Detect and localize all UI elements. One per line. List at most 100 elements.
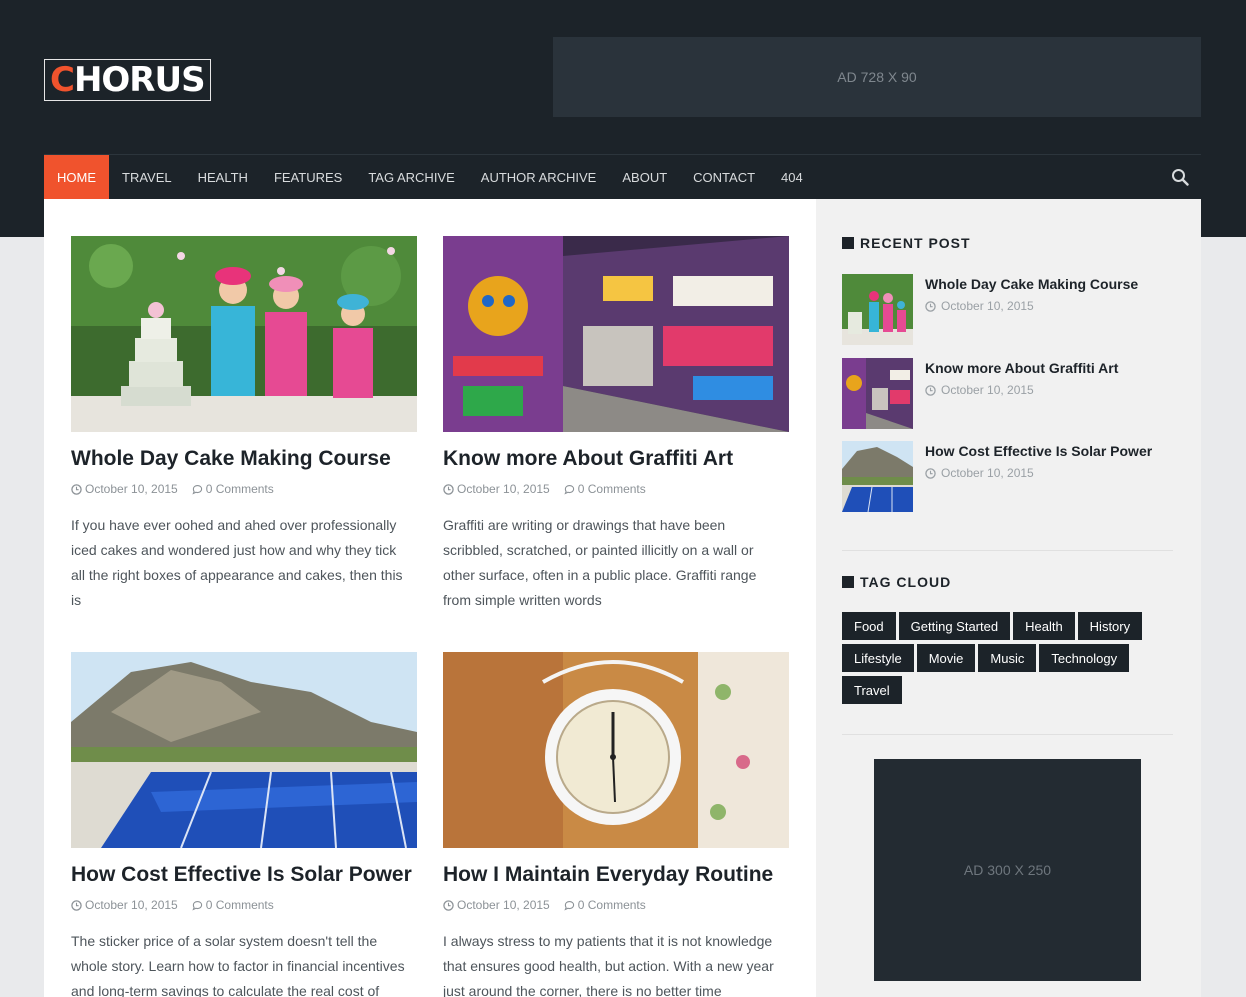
recent-post-heading-text: RECENT POST	[860, 235, 971, 251]
nav-item-contact[interactable]: Contact	[680, 155, 768, 199]
post-comments-text: 0 Comments	[577, 898, 646, 912]
recent-post-text: How Cost Effective Is Solar Power Octobe…	[925, 441, 1152, 512]
widget-divider	[842, 734, 1173, 735]
recent-thumbnail-graffiti[interactable]	[842, 358, 913, 429]
nav-item-home[interactable]: Home	[44, 155, 109, 199]
tag-health[interactable]: Health	[1013, 612, 1075, 640]
tag-music[interactable]: Music	[978, 644, 1037, 672]
post-thumbnail-graffiti[interactable]	[443, 236, 789, 432]
tag-cloud-heading-text: TAG CLOUD	[860, 574, 952, 590]
comment-icon	[192, 484, 202, 495]
clock-icon	[925, 467, 936, 479]
post-date-text: October 10, 2015	[457, 482, 550, 496]
clock-icon	[925, 384, 936, 396]
ad-banner-top-label: AD 728 X 90	[837, 69, 917, 85]
clock-icon	[71, 899, 82, 911]
post-comments[interactable]: 0 Comments	[192, 482, 274, 496]
post-title[interactable]: How Cost Effective Is Solar Power	[71, 862, 417, 888]
post-date: October 10, 2015	[71, 898, 178, 912]
recent-post-date: October 10, 2015	[925, 383, 1118, 397]
post-card: Whole Day Cake Making Course October 10,…	[71, 236, 417, 613]
recent-post-title[interactable]: Whole Day Cake Making Course	[925, 276, 1138, 292]
main-nav: Home Travel Health Features Tag Archive …	[44, 154, 1201, 199]
post-meta: October 10, 2015 0 Comments	[443, 898, 789, 912]
nav-item-404[interactable]: 404	[768, 155, 816, 199]
nav-item-health[interactable]: Health	[185, 155, 261, 199]
comment-icon	[564, 484, 574, 495]
post-title[interactable]: How I Maintain Everyday Routine	[443, 862, 789, 888]
post-comments-text: 0 Comments	[205, 482, 274, 496]
logo-rest: HORUS	[73, 60, 206, 100]
clock-icon	[443, 899, 454, 911]
nav-item-author-archive[interactable]: Author Archive	[468, 155, 610, 199]
recent-post-date-text: October 10, 2015	[941, 299, 1034, 313]
post-comments-text: 0 Comments	[577, 482, 646, 496]
site-logo[interactable]: C HORUS	[44, 59, 211, 101]
comment-icon	[192, 900, 202, 911]
comment-icon	[564, 900, 574, 911]
recent-post-title[interactable]: Know more About Graffiti Art	[925, 360, 1118, 376]
post-date-text: October 10, 2015	[85, 482, 178, 496]
recent-post-date: October 10, 2015	[925, 299, 1138, 313]
tag-cloud: Food Getting Started Health History Life…	[842, 612, 1162, 704]
post-thumbnail-cake[interactable]	[71, 236, 417, 432]
nav-item-tag-archive[interactable]: Tag Archive	[355, 155, 467, 199]
post-excerpt: I always stress to my patients that it i…	[443, 933, 774, 997]
post-excerpt: Graffiti are writing or drawings that ha…	[443, 517, 757, 608]
recent-post-item[interactable]: How Cost Effective Is Solar Power Octobe…	[842, 441, 1172, 512]
widget-divider	[842, 550, 1173, 551]
post-title[interactable]: Whole Day Cake Making Course	[71, 446, 417, 472]
main-content: Whole Day Cake Making Course October 10,…	[44, 199, 816, 997]
recent-post-item[interactable]: Know more About Graffiti Art October 10,…	[842, 358, 1172, 429]
nav-item-about[interactable]: About	[609, 155, 680, 199]
tag-technology[interactable]: Technology	[1039, 644, 1130, 672]
post-comments[interactable]: 0 Comments	[192, 898, 274, 912]
nav-item-features[interactable]: Features	[261, 155, 355, 199]
recent-post-item[interactable]: Whole Day Cake Making Course October 10,…	[842, 274, 1172, 345]
recent-thumbnail-solar[interactable]	[842, 441, 913, 512]
post-card: How Cost Effective Is Solar Power Octobe…	[71, 652, 417, 997]
post-date: October 10, 2015	[71, 482, 178, 496]
recent-post-text: Whole Day Cake Making Course October 10,…	[925, 274, 1138, 345]
recent-post-date-text: October 10, 2015	[941, 383, 1034, 397]
recent-post-title[interactable]: How Cost Effective Is Solar Power	[925, 443, 1152, 459]
tag-cloud-heading: TAG CLOUD	[842, 574, 951, 590]
post-excerpt: The sticker price of a solar system does…	[71, 933, 405, 997]
tag-food[interactable]: Food	[842, 612, 896, 640]
tag-travel[interactable]: Travel	[842, 676, 902, 704]
post-card: How I Maintain Everyday Routine October …	[443, 652, 789, 997]
post-excerpt: If you have ever oohed and ahed over pro…	[71, 517, 403, 608]
post-title[interactable]: Know more About Graffiti Art	[443, 446, 789, 472]
post-comments[interactable]: 0 Comments	[564, 482, 646, 496]
post-thumbnail-clock[interactable]	[443, 652, 789, 848]
post-date: October 10, 2015	[443, 482, 550, 496]
recent-post-date: October 10, 2015	[925, 466, 1152, 480]
post-comments-text: 0 Comments	[205, 898, 274, 912]
square-bullet-icon	[842, 237, 854, 249]
post-meta: October 10, 2015 0 Comments	[71, 482, 417, 496]
clock-icon	[443, 483, 454, 495]
logo-first-letter: C	[50, 60, 75, 100]
recent-post-date-text: October 10, 2015	[941, 466, 1034, 480]
post-meta: October 10, 2015 0 Comments	[443, 482, 789, 496]
ad-banner-top[interactable]: AD 728 X 90	[553, 37, 1201, 117]
post-date-text: October 10, 2015	[457, 898, 550, 912]
search-icon[interactable]	[1171, 168, 1189, 186]
tag-lifestyle[interactable]: Lifestyle	[842, 644, 914, 672]
nav-item-travel[interactable]: Travel	[109, 155, 185, 199]
post-comments[interactable]: 0 Comments	[564, 898, 646, 912]
ad-banner-side[interactable]: AD 300 X 250	[874, 759, 1141, 981]
tag-movie[interactable]: Movie	[916, 644, 976, 672]
tag-history[interactable]: History	[1077, 612, 1143, 640]
post-card: Know more About Graffiti Art October 10,…	[443, 236, 789, 613]
sidebar: RECENT POST Whole Day Cake Making Course…	[816, 199, 1201, 997]
tag-getting-started[interactable]: Getting Started	[898, 612, 1011, 640]
recent-thumbnail-cake[interactable]	[842, 274, 913, 345]
post-date: October 10, 2015	[443, 898, 550, 912]
clock-icon	[925, 300, 936, 312]
post-thumbnail-solar[interactable]	[71, 652, 417, 848]
post-meta: October 10, 2015 0 Comments	[71, 898, 417, 912]
recent-post-heading: RECENT POST	[842, 235, 971, 251]
clock-icon	[71, 483, 82, 495]
square-bullet-icon	[842, 576, 854, 588]
